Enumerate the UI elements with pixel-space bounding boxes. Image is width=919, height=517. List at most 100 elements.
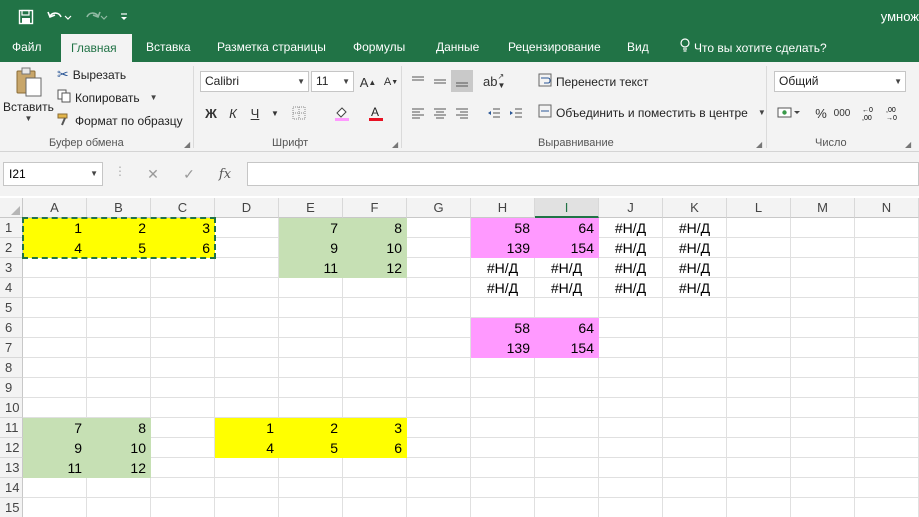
cell-e11[interactable]: 2 [279, 418, 343, 438]
underline-button[interactable]: Ч [244, 102, 266, 124]
cell-f5[interactable] [343, 298, 407, 318]
cell-d3[interactable] [215, 258, 279, 278]
cell-g2[interactable] [407, 238, 471, 258]
cell-n6[interactable] [855, 318, 919, 338]
cell-a4[interactable] [23, 278, 87, 298]
cell-b10[interactable] [87, 398, 151, 418]
row-header-3[interactable]: 3 [0, 258, 23, 278]
cell-h8[interactable] [471, 358, 535, 378]
column-header-f[interactable]: F [343, 198, 407, 218]
cell-n2[interactable] [855, 238, 919, 258]
cell-j12[interactable] [599, 438, 663, 458]
cell-g8[interactable] [407, 358, 471, 378]
cell-j6[interactable] [599, 318, 663, 338]
cell-l11[interactable] [727, 418, 791, 438]
enter-icon[interactable]: ✓ [177, 163, 201, 185]
cell-b1[interactable]: 2 [87, 218, 151, 238]
cell-l13[interactable] [727, 458, 791, 478]
cell-m12[interactable] [791, 438, 855, 458]
cell-l3[interactable] [727, 258, 791, 278]
cell-d15[interactable] [215, 498, 279, 517]
cell-n10[interactable] [855, 398, 919, 418]
cell-c14[interactable] [151, 478, 215, 498]
column-header-j[interactable]: J [599, 198, 663, 218]
thousands-separator-button[interactable]: 000 [832, 102, 852, 124]
column-header-e[interactable]: E [279, 198, 343, 218]
cell-l6[interactable] [727, 318, 791, 338]
name-box[interactable]: I21 ▼ [3, 162, 103, 186]
cell-g10[interactable] [407, 398, 471, 418]
cell-a3[interactable] [23, 258, 87, 278]
cell-j14[interactable] [599, 478, 663, 498]
cell-d4[interactable] [215, 278, 279, 298]
cell-b6[interactable] [87, 318, 151, 338]
cell-a10[interactable] [23, 398, 87, 418]
cell-e8[interactable] [279, 358, 343, 378]
cell-i12[interactable] [535, 438, 599, 458]
cell-b7[interactable] [87, 338, 151, 358]
cell-m1[interactable] [791, 218, 855, 238]
increase-decimal-icon[interactable]: ←0,00 [860, 102, 882, 124]
cell-c10[interactable] [151, 398, 215, 418]
cell-f12[interactable]: 6 [343, 438, 407, 458]
cell-b9[interactable] [87, 378, 151, 398]
cell-j4[interactable]: #Н/Д [599, 278, 663, 298]
tab-insert[interactable]: Вставка [136, 34, 201, 62]
cell-g5[interactable] [407, 298, 471, 318]
cell-a12[interactable]: 9 [23, 438, 87, 458]
row-header-4[interactable]: 4 [0, 278, 23, 298]
cell-c7[interactable] [151, 338, 215, 358]
cell-f10[interactable] [343, 398, 407, 418]
cell-f9[interactable] [343, 378, 407, 398]
cell-a9[interactable] [23, 378, 87, 398]
cell-j13[interactable] [599, 458, 663, 478]
cell-e10[interactable] [279, 398, 343, 418]
cell-n11[interactable] [855, 418, 919, 438]
cell-h5[interactable] [471, 298, 535, 318]
cell-g4[interactable] [407, 278, 471, 298]
cell-h2[interactable]: 139 [471, 238, 535, 258]
cell-i3[interactable]: #Н/Д [535, 258, 599, 278]
align-center-icon[interactable] [429, 102, 451, 124]
cell-g7[interactable] [407, 338, 471, 358]
formula-input[interactable] [247, 162, 919, 186]
cell-j9[interactable] [599, 378, 663, 398]
bold-button[interactable]: Ж [200, 102, 222, 124]
cell-n15[interactable] [855, 498, 919, 517]
cell-c9[interactable] [151, 378, 215, 398]
chevron-down-icon[interactable]: ▼ [264, 102, 286, 124]
row-header-14[interactable]: 14 [0, 478, 23, 498]
cell-l1[interactable] [727, 218, 791, 238]
cell-f13[interactable] [343, 458, 407, 478]
cell-n9[interactable] [855, 378, 919, 398]
cell-c11[interactable] [151, 418, 215, 438]
align-bottom-icon[interactable] [451, 70, 473, 92]
align-middle-icon[interactable] [429, 70, 451, 92]
align-right-icon[interactable] [451, 102, 473, 124]
cell-h13[interactable] [471, 458, 535, 478]
cell-a2[interactable]: 4 [23, 238, 87, 258]
cell-c5[interactable] [151, 298, 215, 318]
cell-k11[interactable] [663, 418, 727, 438]
cell-b4[interactable] [87, 278, 151, 298]
cell-d10[interactable] [215, 398, 279, 418]
tab-view[interactable]: Вид [617, 34, 659, 62]
cell-g9[interactable] [407, 378, 471, 398]
cell-g14[interactable] [407, 478, 471, 498]
cell-c15[interactable] [151, 498, 215, 517]
cell-f11[interactable]: 3 [343, 418, 407, 438]
cell-c4[interactable] [151, 278, 215, 298]
cell-k13[interactable] [663, 458, 727, 478]
undo-icon[interactable] [44, 6, 74, 28]
cell-e14[interactable] [279, 478, 343, 498]
font-size-select[interactable]: 11 ▼ [311, 71, 354, 92]
cell-h4[interactable]: #Н/Д [471, 278, 535, 298]
cell-j11[interactable] [599, 418, 663, 438]
cell-l14[interactable] [727, 478, 791, 498]
cell-d5[interactable] [215, 298, 279, 318]
cell-e2[interactable]: 9 [279, 238, 343, 258]
font-name-select[interactable]: Calibri ▼ [200, 71, 309, 92]
row-header-9[interactable]: 9 [0, 378, 23, 398]
cell-k14[interactable] [663, 478, 727, 498]
cell-b5[interactable] [87, 298, 151, 318]
